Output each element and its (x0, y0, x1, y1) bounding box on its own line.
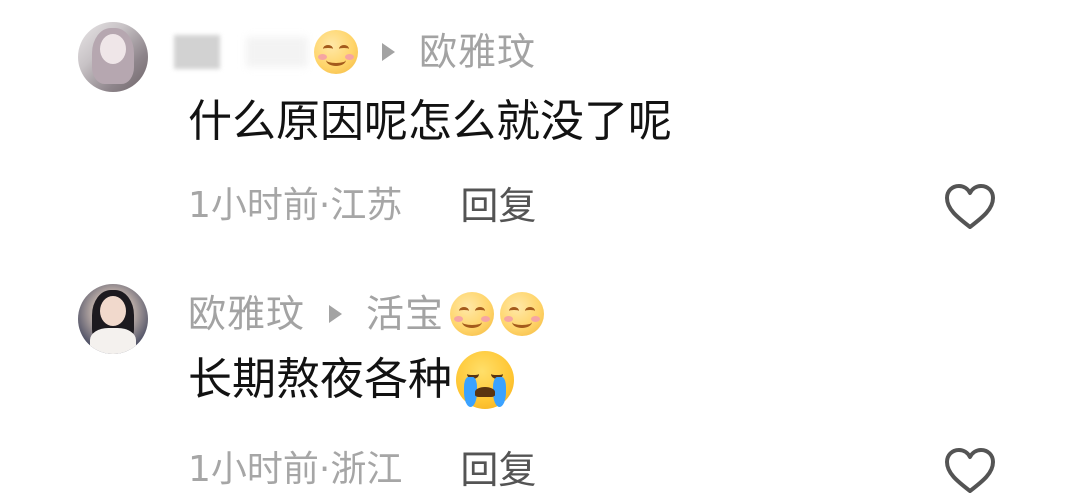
reply-button[interactable]: 回复 (460, 444, 536, 496)
comment-text: 什么原因呢怎么就没了呢 (188, 96, 672, 147)
emoji-blush (481, 316, 491, 322)
emoji-blush (531, 316, 541, 322)
crying-emoji-icon (456, 351, 514, 409)
comment-text-row: 长期熬夜各种 (188, 350, 514, 410)
emoji-blush (345, 54, 354, 60)
smile-emoji-icon (500, 292, 545, 336)
avatar[interactable] (78, 284, 148, 354)
avatar-face (100, 34, 126, 64)
smile-emoji-icon (314, 30, 358, 74)
username[interactable]: 欧雅玟 (188, 286, 305, 342)
comment-item: 欧雅玟 活宝 长期熬夜各种 1小时前·浙江 回复 (0, 262, 1075, 496)
emoji-mouth (512, 316, 533, 328)
smile-emoji-icon (450, 292, 495, 336)
reply-button[interactable]: 回复 (460, 180, 536, 232)
avatar-face (100, 296, 126, 326)
comment-time-location: 1小时前·浙江 (188, 449, 403, 490)
triangle-right-icon (382, 43, 395, 61)
comment-header: 欧雅玟 (174, 24, 536, 80)
emoji-mouth (462, 316, 483, 328)
avatar-body (90, 328, 136, 354)
comment-meta: 1小时前·浙江 回复 (188, 444, 536, 496)
emoji-mouth (475, 387, 495, 397)
comment-item: 欧雅玟 什么原因呢怎么就没了呢 1小时前·江苏 回复 (0, 0, 1075, 260)
avatar[interactable] (78, 22, 148, 92)
blurred-emoji (246, 37, 308, 67)
reply-to-username[interactable]: 欧雅玟 (419, 24, 536, 80)
comment-meta: 1小时前·江苏 回复 (188, 180, 536, 232)
heart-outline-icon[interactable] (943, 183, 997, 231)
comment-text: 长期熬夜各种 (188, 354, 452, 405)
heart-outline-icon[interactable] (943, 447, 997, 495)
comment-time-location: 1小时前·江苏 (188, 185, 403, 226)
blurred-username[interactable] (174, 35, 220, 69)
comment-header: 欧雅玟 活宝 (188, 286, 545, 342)
emoji-mouth (326, 54, 346, 66)
reply-to-username[interactable]: 活宝 (366, 286, 444, 342)
triangle-right-icon (329, 305, 343, 323)
